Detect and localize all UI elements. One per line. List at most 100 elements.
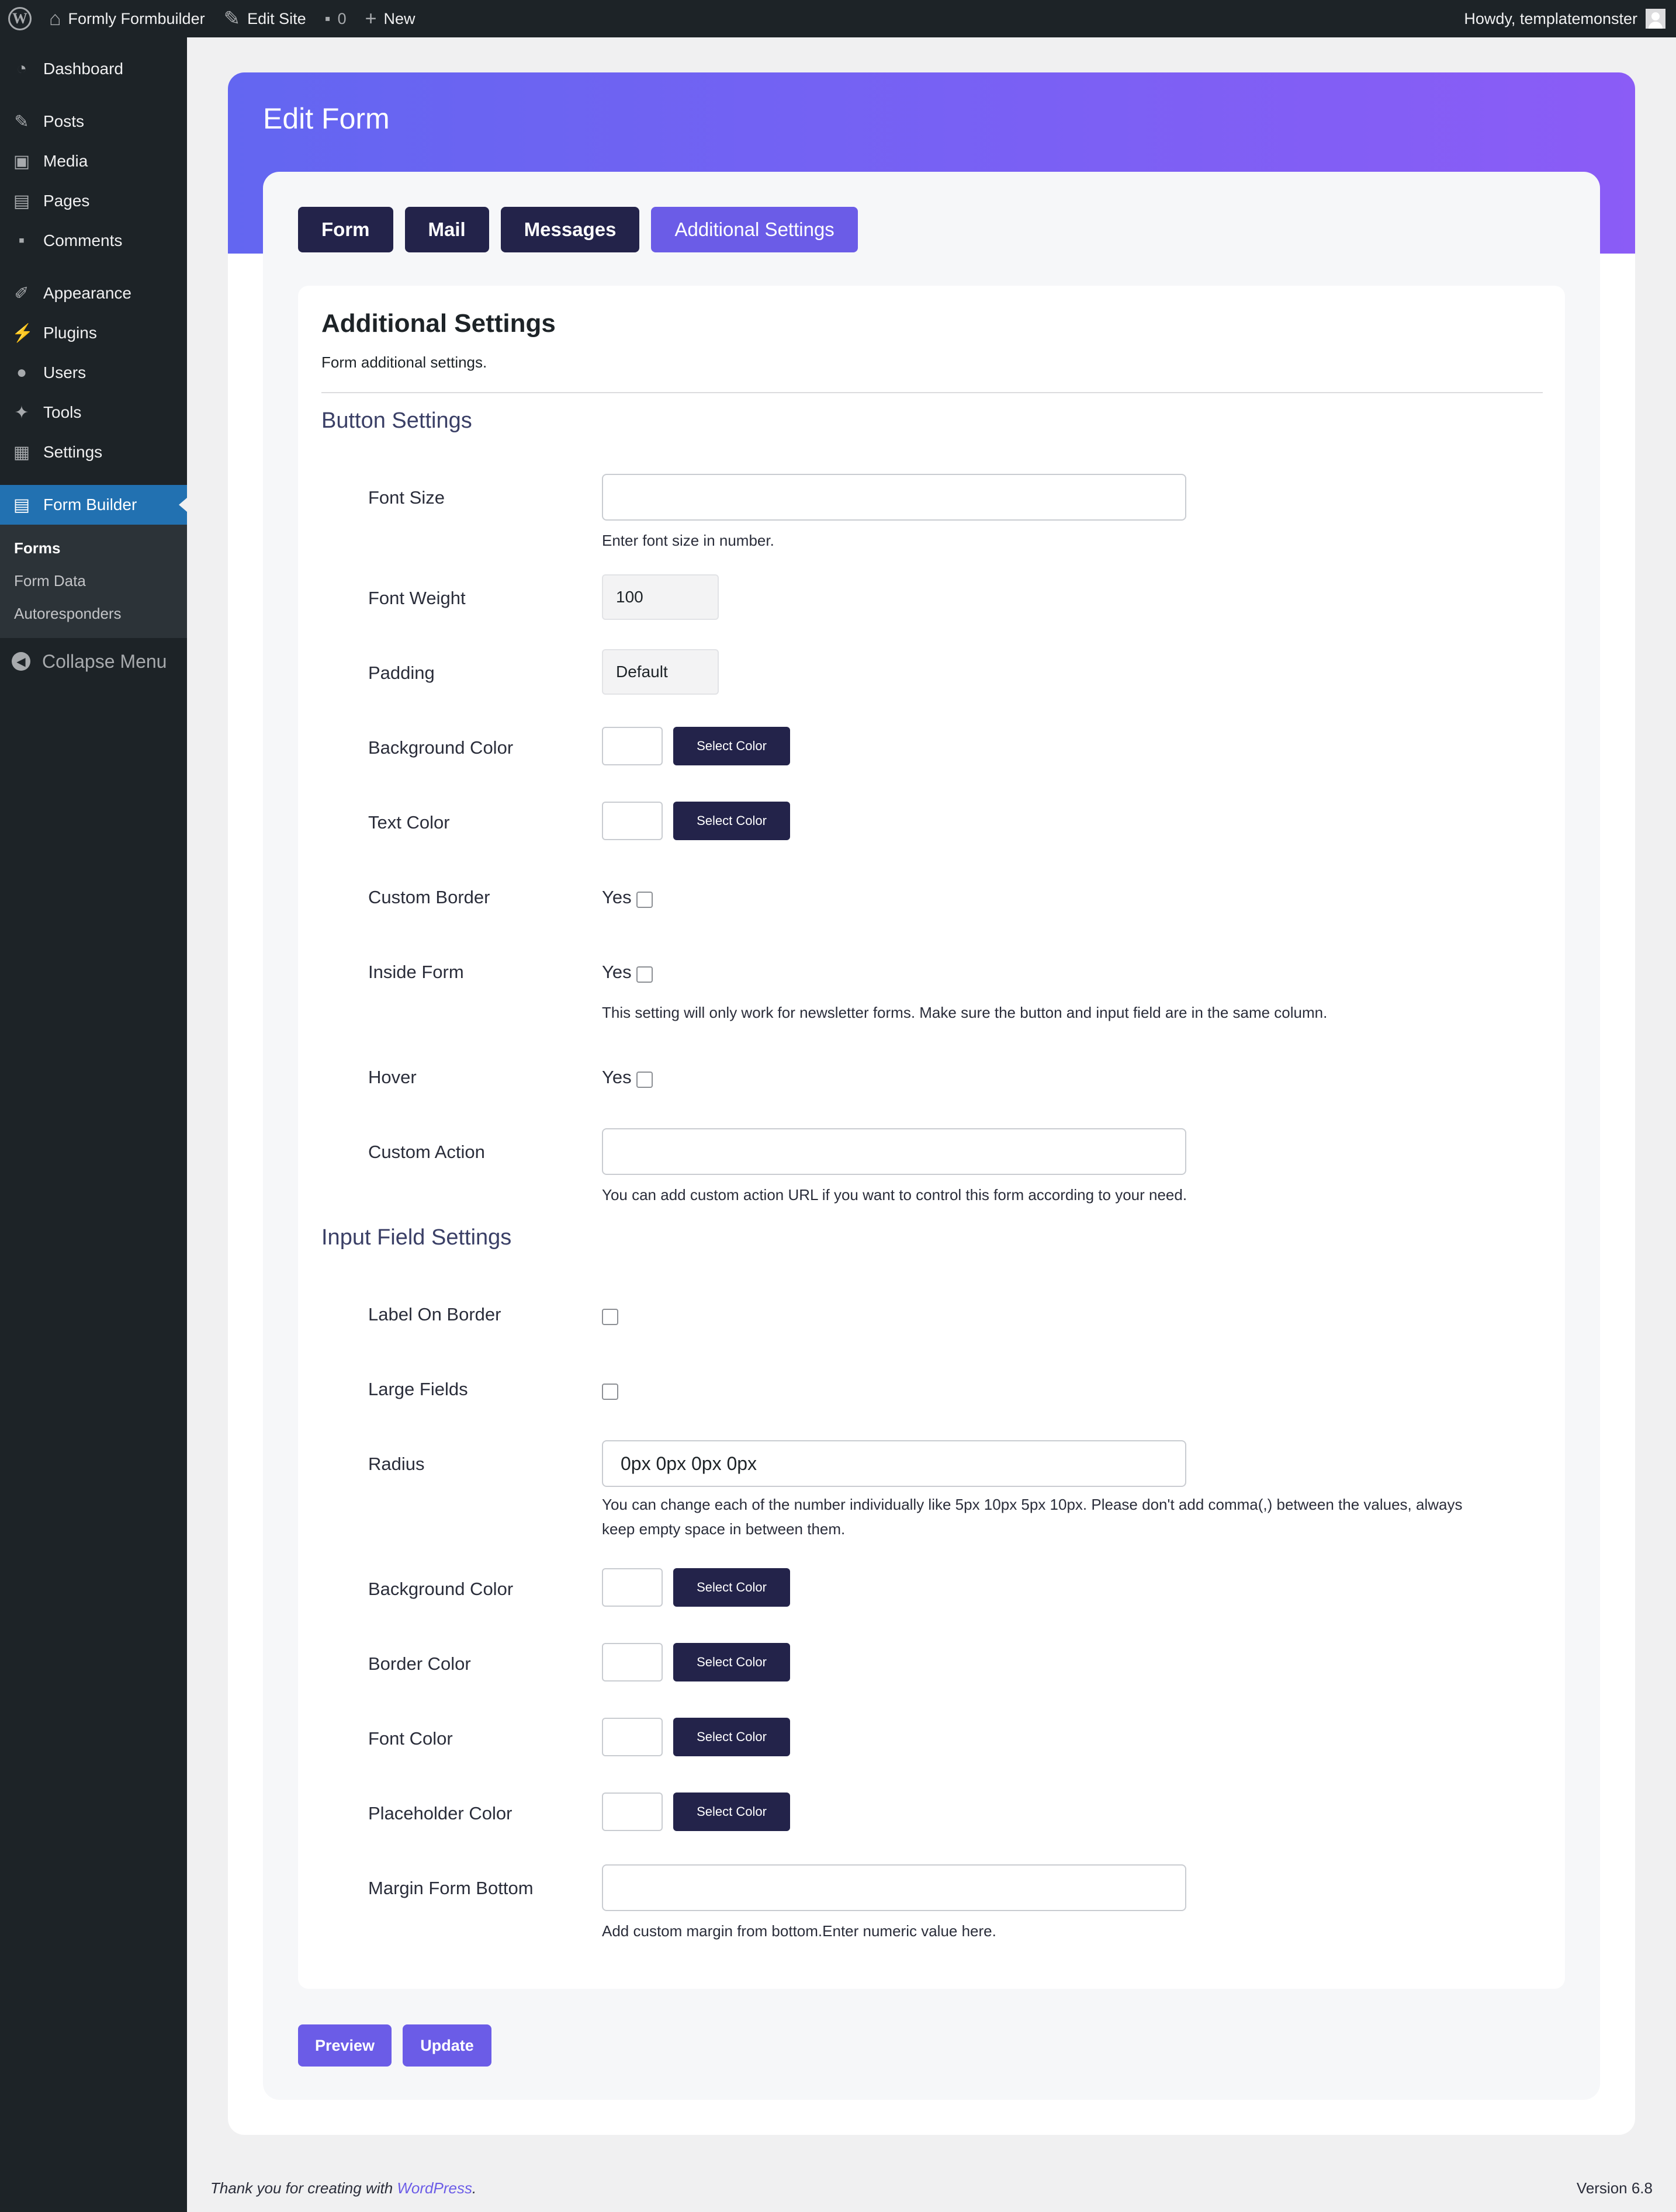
- comments-link[interactable]: ▪ 0: [316, 0, 356, 37]
- border-color-swatch[interactable]: [602, 1643, 663, 1681]
- margin-bottom-label: Margin Form Bottom: [368, 1878, 534, 1898]
- padding-select[interactable]: Default: [602, 649, 719, 695]
- inside-form-label: Inside Form: [368, 962, 464, 982]
- sidebar-item-comments[interactable]: ▪ Comments: [0, 221, 187, 261]
- button-bg-color-label: Background Color: [368, 737, 514, 758]
- input-bg-select-color-button[interactable]: Select Color: [673, 1568, 790, 1607]
- howdy-text: Howdy, templatemonster: [1464, 9, 1637, 27]
- sidebar-item-appearance[interactable]: ✐ Appearance: [0, 273, 187, 313]
- sidebar-item-dashboard[interactable]: ◔ Dashboard: [0, 49, 187, 89]
- sidebar-item-form-builder[interactable]: ▤ Form Builder: [0, 485, 187, 525]
- wordpress-logo-icon[interactable]: W: [8, 7, 32, 30]
- dashboard-icon: ◔: [16, 59, 27, 78]
- sidebar-item-posts[interactable]: ✎ Posts: [0, 102, 187, 141]
- update-button[interactable]: Update: [403, 2024, 491, 2067]
- sidebar-item-label: Settings: [43, 443, 103, 461]
- radius-label: Radius: [368, 1454, 425, 1474]
- wordpress-link[interactable]: WordPress: [397, 2179, 472, 2197]
- divider: [321, 392, 1543, 393]
- edit-form-wrap: Edit Form Form Mail Messages Additional …: [228, 72, 1635, 2135]
- site-name-label: Formly Formbuilder: [68, 9, 205, 27]
- admin-footer: Thank you for creating with WordPress. V…: [210, 2179, 1653, 2197]
- comment-bubble-icon: ▪: [324, 9, 331, 27]
- inside-form-checkbox[interactable]: [636, 966, 653, 983]
- sidebar-item-label: Comments: [43, 231, 123, 249]
- font-color-swatch[interactable]: [602, 1718, 663, 1756]
- custom-action-help: You can add custom action URL if you wan…: [602, 1186, 1187, 1204]
- custom-border-checkbox[interactable]: [636, 892, 653, 908]
- label-on-border-label: Label On Border: [368, 1304, 501, 1325]
- custom-action-input[interactable]: [602, 1128, 1186, 1175]
- version-text: Version 6.8: [1576, 2179, 1653, 2197]
- form-icon: ▤: [13, 495, 30, 515]
- admin-sidebar: ◔ Dashboard ✎ Posts ▣ Media ▤ Pages ▪ Co…: [0, 37, 187, 2212]
- footer-thanks: Thank you for creating with WordPress.: [210, 2179, 476, 2197]
- yes-label: Yes: [602, 887, 632, 907]
- tab-mail[interactable]: Mail: [404, 207, 489, 252]
- hover-label: Hover: [368, 1067, 417, 1087]
- margin-bottom-input[interactable]: [602, 1864, 1186, 1911]
- custom-border-label: Custom Border: [368, 887, 490, 907]
- preview-button[interactable]: Preview: [298, 2024, 392, 2067]
- page-title: Edit Form: [263, 102, 390, 135]
- avatar: [1646, 9, 1665, 29]
- sidebar-item-label: Media: [43, 152, 88, 170]
- pages-icon: ▤: [13, 191, 30, 211]
- hover-checkbox[interactable]: [636, 1072, 653, 1088]
- sidebar-item-label: Form Builder: [43, 495, 137, 514]
- tab-form[interactable]: Form: [298, 207, 393, 252]
- sidebar-item-users[interactable]: ● Users: [0, 353, 187, 393]
- button-bg-select-color-button[interactable]: Select Color: [673, 727, 790, 765]
- users-icon: ●: [16, 363, 27, 382]
- sidebar-item-settings[interactable]: ▦ Settings: [0, 432, 187, 472]
- border-select-color-button[interactable]: Select Color: [673, 1643, 790, 1681]
- edit-site-label: Edit Site: [247, 9, 306, 27]
- settings-icon: ▦: [13, 442, 30, 462]
- new-content-link[interactable]: + New: [356, 0, 425, 37]
- tab-messages[interactable]: Messages: [500, 207, 640, 252]
- panel-header: Additional Settings Form additional sett…: [321, 309, 1543, 372]
- tab-additional-settings[interactable]: Additional Settings: [651, 207, 858, 252]
- button-text-select-color-button[interactable]: Select Color: [673, 802, 790, 840]
- radius-input[interactable]: 0px 0px 0px 0px: [602, 1440, 1186, 1487]
- sidebar-item-media[interactable]: ▣ Media: [0, 141, 187, 181]
- font-size-input[interactable]: [602, 474, 1186, 521]
- submenu-item-forms[interactable]: Forms: [0, 532, 187, 564]
- editor-tabs: Form Mail Messages Additional Settings: [298, 207, 870, 252]
- wrench-icon: ✦: [14, 403, 29, 422]
- sidebar-item-plugins[interactable]: ⚡ Plugins: [0, 313, 187, 353]
- home-icon: ⌂: [49, 8, 61, 30]
- submenu-item-autoresponders[interactable]: Autoresponders: [0, 597, 187, 630]
- form-builder-submenu: Forms Form Data Autoresponders: [0, 525, 187, 638]
- placeholder-select-color-button[interactable]: Select Color: [673, 1793, 790, 1831]
- account-menu[interactable]: Howdy, templatemonster: [1464, 9, 1676, 29]
- sidebar-item-tools[interactable]: ✦ Tools: [0, 393, 187, 432]
- edit-site-link[interactable]: ✎ Edit Site: [214, 0, 316, 37]
- font-weight-select[interactable]: 100: [602, 574, 719, 620]
- additional-settings-panel: Additional Settings Form additional sett…: [298, 286, 1565, 1989]
- submenu-item-form-data[interactable]: Form Data: [0, 564, 187, 597]
- border-color-label: Border Color: [368, 1653, 471, 1674]
- font-size-label: Font Size: [368, 487, 445, 508]
- font-select-color-button[interactable]: Select Color: [673, 1718, 790, 1756]
- site-name-link[interactable]: ⌂ Formly Formbuilder: [40, 0, 214, 37]
- placeholder-color-swatch[interactable]: [602, 1793, 663, 1831]
- input-bg-color-swatch[interactable]: [602, 1568, 663, 1607]
- margin-bottom-help: Add custom margin from bottom.Enter nume…: [602, 1922, 996, 1940]
- button-text-color-swatch[interactable]: [602, 802, 663, 840]
- button-bg-color-swatch[interactable]: [602, 727, 663, 765]
- large-fields-checkbox[interactable]: [602, 1384, 618, 1400]
- font-size-help: Enter font size in number.: [602, 532, 774, 549]
- sidebar-item-label: Users: [43, 363, 86, 382]
- font-weight-label: Font Weight: [368, 588, 466, 608]
- collapse-menu-button[interactable]: ◀ Collapse Menu: [0, 638, 187, 685]
- label-on-border-checkbox[interactable]: [602, 1309, 618, 1325]
- button-text-color-label: Text Color: [368, 812, 450, 833]
- sidebar-item-label: Posts: [43, 112, 85, 130]
- sidebar-item-label: Pages: [43, 192, 90, 210]
- custom-action-label: Custom Action: [368, 1142, 485, 1162]
- sidebar-item-pages[interactable]: ▤ Pages: [0, 181, 187, 221]
- footer-thanks-prefix: Thank you for creating with: [210, 2179, 397, 2197]
- comments-icon: ▪: [18, 231, 25, 250]
- input-bg-color-label: Background Color: [368, 1579, 514, 1599]
